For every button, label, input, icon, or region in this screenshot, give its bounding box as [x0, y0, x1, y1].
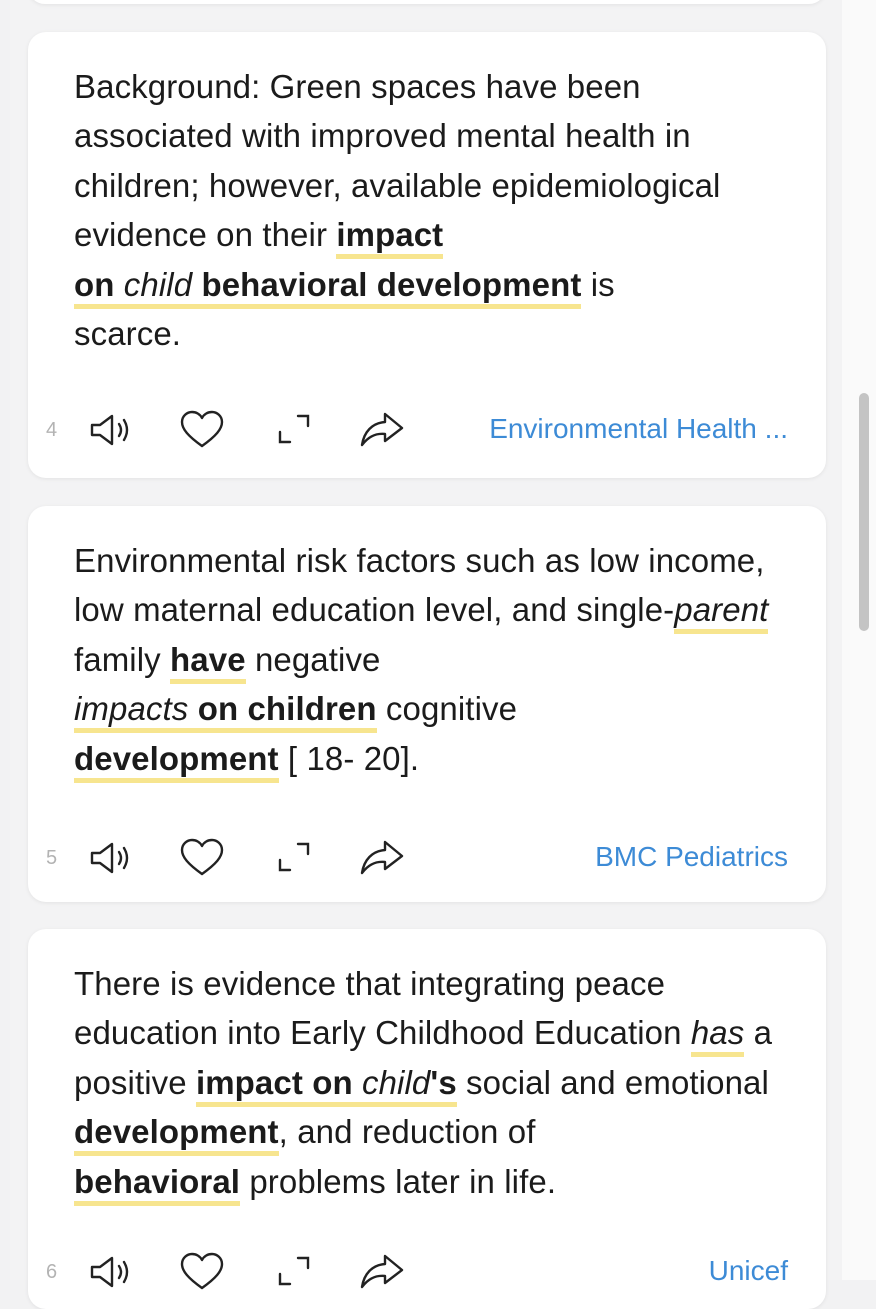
result-card: Environmental risk factors such as low i…: [28, 506, 826, 902]
action-bar: 5 BMC Pediatrics: [28, 828, 826, 888]
highlighted-term: 's: [430, 1063, 457, 1107]
speaker-icon[interactable]: [88, 836, 136, 880]
source-link[interactable]: Environmental Health ...: [489, 413, 788, 445]
expand-icon[interactable]: [270, 408, 318, 452]
result-card-previous: [28, 0, 826, 4]
sentence-text: social and emotional: [456, 1063, 769, 1101]
sentence-text: problems later in life.: [240, 1162, 557, 1200]
highlighted-term: on: [74, 265, 115, 309]
action-bar: 6 Unicef: [28, 1242, 826, 1302]
highlighted-term: development: [74, 739, 279, 783]
heart-icon[interactable]: [178, 836, 226, 880]
highlighted-term: has: [690, 1014, 745, 1058]
speaker-icon[interactable]: [88, 408, 136, 452]
sentence-text: [ 18- 20].: [278, 739, 420, 777]
heart-icon[interactable]: [178, 1250, 226, 1294]
sentence-text: negative: [245, 640, 381, 678]
share-icon[interactable]: [358, 408, 406, 452]
scrollbar-track[interactable]: [842, 0, 876, 1280]
result-sentence: There is evidence that integrating peace…: [74, 959, 794, 1206]
result-sentence: Environmental risk factors such as low i…: [74, 536, 794, 783]
sentence-text: cognitive: [376, 690, 518, 728]
sentence-text: , and reduction of: [278, 1113, 536, 1151]
expand-icon[interactable]: [270, 836, 318, 880]
highlighted-term: child: [362, 1063, 431, 1107]
highlighted-term: parent: [674, 591, 769, 635]
share-icon[interactable]: [358, 836, 406, 880]
action-bar: 4 Environmental Health ...: [28, 400, 826, 460]
sentence-text: family: [74, 640, 171, 678]
highlighted-term: impact on: [195, 1063, 353, 1107]
result-card: Background: Green spaces have been assoc…: [28, 32, 826, 478]
heart-icon[interactable]: [178, 408, 226, 452]
sentence-text: There is evidence that integrating peace…: [74, 965, 691, 1052]
result-sentence: Background: Green spaces have been assoc…: [74, 62, 794, 358]
result-number: 6: [46, 1261, 58, 1283]
highlighted-term: child: [123, 265, 193, 309]
expand-icon[interactable]: [270, 1250, 318, 1294]
highlighted-term: have: [170, 640, 246, 684]
highlighted-term: impacts: [74, 690, 189, 734]
scrollbar-thumb[interactable]: [859, 393, 869, 631]
source-link[interactable]: Unicef: [709, 1255, 788, 1287]
result-number: 4: [46, 419, 58, 441]
highlighted-term: behavioral development: [201, 265, 582, 309]
share-icon[interactable]: [358, 1250, 406, 1294]
highlighted-term: impact: [336, 216, 444, 260]
result-number: 5: [46, 847, 58, 869]
highlighted-term: development: [74, 1113, 279, 1157]
highlighted-term: behavioral: [74, 1162, 241, 1206]
sentence-text: scarce.: [74, 315, 182, 353]
source-link[interactable]: BMC Pediatrics: [595, 841, 788, 873]
speaker-icon[interactable]: [88, 1250, 136, 1294]
highlighted-term: on children: [197, 690, 377, 734]
sentence-text: Environmental risk factors such as low i…: [74, 542, 765, 629]
result-card: There is evidence that integrating peace…: [28, 929, 826, 1309]
sentence-text: is: [581, 265, 615, 303]
